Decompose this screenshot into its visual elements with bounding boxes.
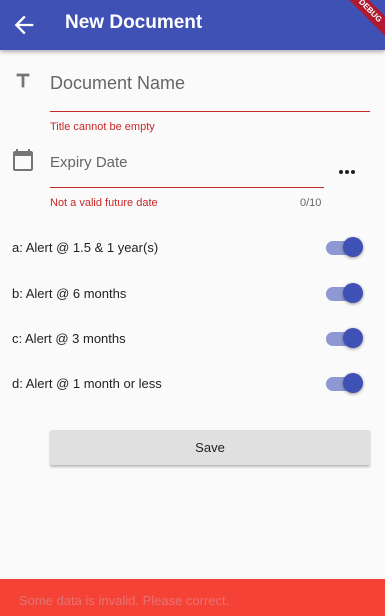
alert-c-toggle[interactable] [326,328,363,348]
debug-banner: DEBUG [340,0,385,41]
expiry-date-error: Not a valid future date [50,197,158,209]
expiry-char-counter: 0/10 [300,197,322,209]
text-format-icon [16,73,30,88]
snackbar-message: Some data is invalid. Please correct. [19,593,230,608]
page-title: New Document [65,12,203,33]
alert-d-toggle[interactable] [326,373,363,393]
back-arrow-icon [14,15,34,35]
alert-label: b: Alert @ 6 months [12,286,127,301]
app-bar: New Document DEBUG [0,0,385,50]
document-name-error: Title cannot be empty [50,121,155,133]
calendar-icon [13,149,33,171]
alert-label: d: Alert @ 1 month or less [12,376,162,391]
expiry-date-input[interactable] [50,150,320,174]
alert-b-toggle[interactable] [326,283,363,303]
alert-row-c: c: Alert @ 3 months [12,324,372,354]
alert-label: c: Alert @ 3 months [12,331,126,346]
alert-label: a: Alert @ 1.5 & 1 year(s) [12,240,159,255]
alert-row-b: b: Alert @ 6 months [12,279,372,309]
document-name-input[interactable] [50,70,370,96]
save-button[interactable]: Save [50,430,370,465]
alert-a-toggle[interactable] [326,237,363,257]
alert-row-a: a: Alert @ 1.5 & 1 year(s) [12,233,372,263]
back-button[interactable] [10,11,38,39]
more-horiz-icon [339,170,355,174]
alert-row-d: d: Alert @ 1 month or less [12,369,372,399]
expiry-date-underline [50,187,324,188]
document-name-underline [50,111,370,112]
snackbar: Some data is invalid. Please correct. [0,579,385,616]
date-picker-button[interactable] [335,162,359,182]
